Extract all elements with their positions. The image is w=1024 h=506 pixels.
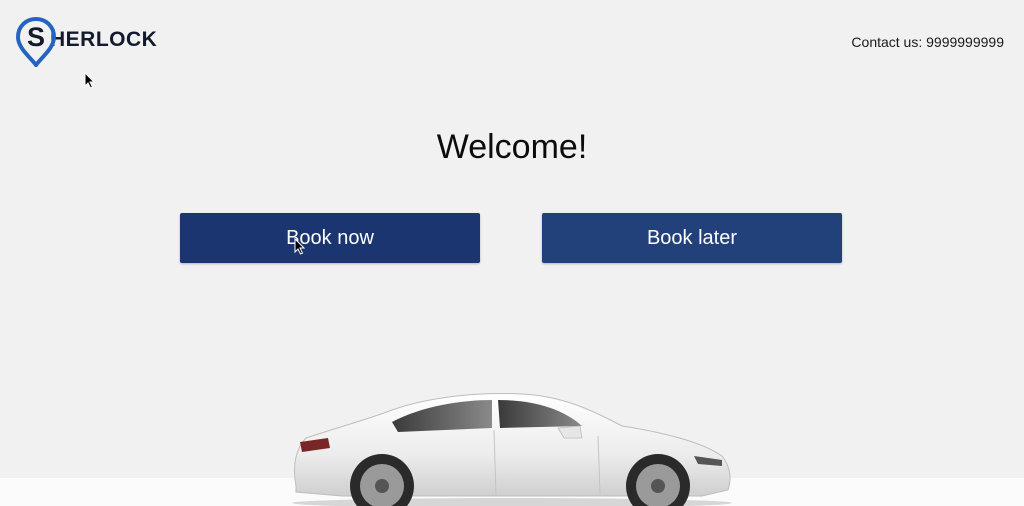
brand-logo[interactable]: S HERLOCK	[15, 16, 158, 69]
mouse-cursor-icon	[294, 237, 306, 256]
book-later-button[interactable]: Book later	[542, 213, 842, 263]
landing-page: S HERLOCK Contact us: 9999999999 Welcome…	[0, 0, 1024, 506]
contact-info: Contact us: 9999999999	[851, 34, 1004, 50]
book-now-button[interactable]: Book now	[180, 213, 480, 263]
page-title: Welcome!	[436, 128, 588, 166]
car-image	[282, 386, 742, 506]
logo-letter: S	[27, 22, 45, 52]
mouse-cursor-icon	[84, 71, 96, 90]
location-pin-icon: S	[15, 16, 57, 69]
logo-text: HERLOCK	[50, 28, 158, 51]
